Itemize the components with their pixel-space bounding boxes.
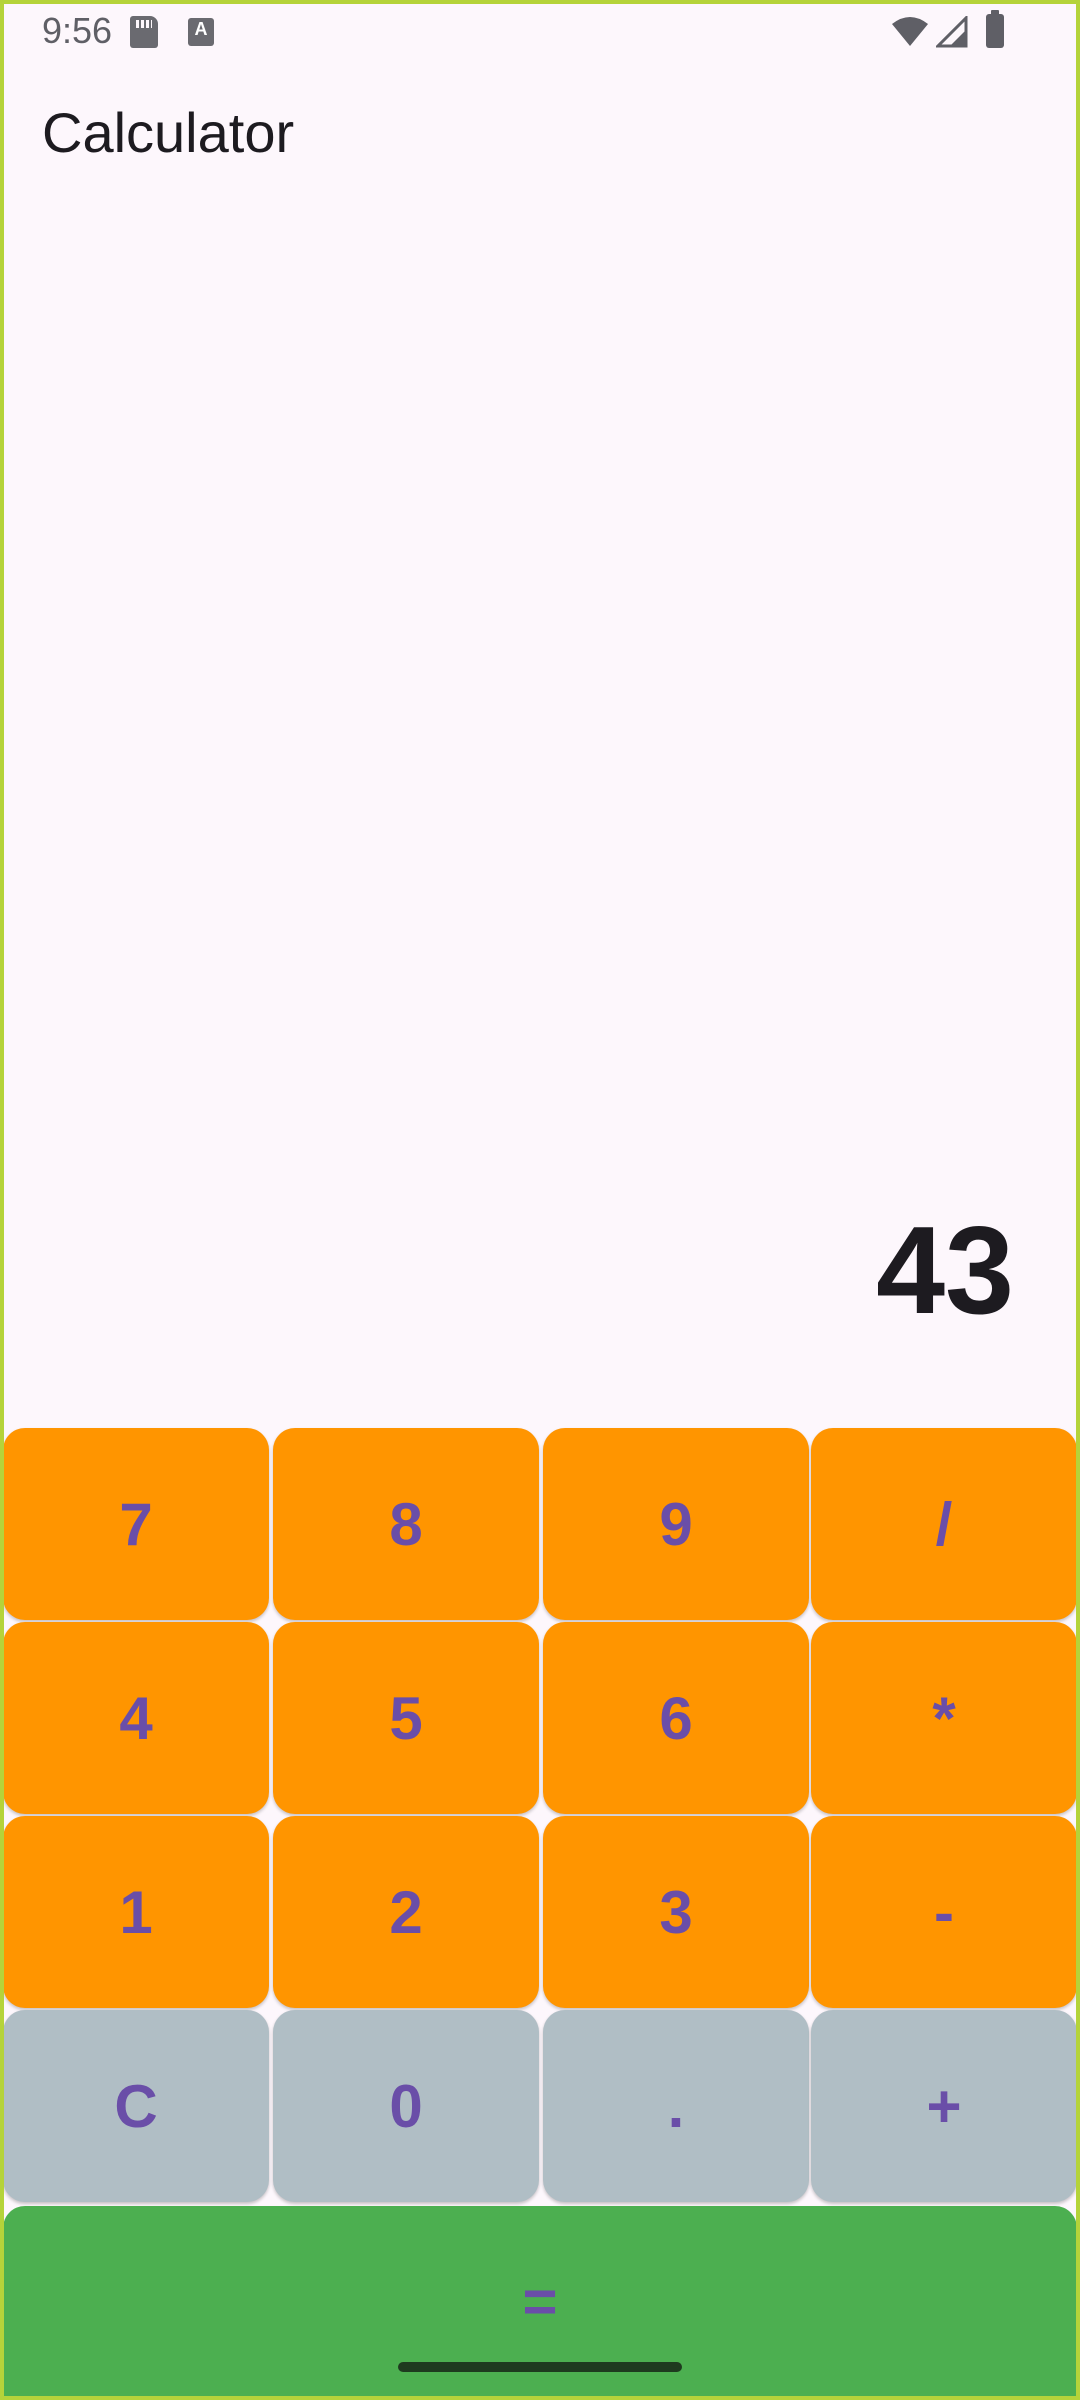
key-add[interactable]: + xyxy=(811,2010,1077,2202)
key-subtract[interactable]: - xyxy=(811,1816,1077,2008)
calculator-display: 43 xyxy=(876,1202,1014,1340)
key-7[interactable]: 7 xyxy=(3,1428,269,1620)
key-decimal[interactable]: . xyxy=(543,2010,809,2202)
sd-card-icon xyxy=(130,16,158,48)
key-6[interactable]: 6 xyxy=(543,1622,809,1814)
key-1[interactable]: 1 xyxy=(3,1816,269,2008)
key-9[interactable]: 9 xyxy=(543,1428,809,1620)
key-8[interactable]: 8 xyxy=(273,1428,539,1620)
status-bar: 9:56 A xyxy=(0,0,1080,64)
key-3[interactable]: 3 xyxy=(543,1816,809,2008)
key-divide[interactable]: / xyxy=(811,1428,1077,1620)
key-clear[interactable]: C xyxy=(3,2010,269,2202)
home-indicator[interactable] xyxy=(398,2362,682,2372)
key-2[interactable]: 2 xyxy=(273,1816,539,2008)
key-multiply[interactable]: * xyxy=(811,1622,1077,1814)
app-title: Calculator xyxy=(42,101,295,164)
key-5[interactable]: 5 xyxy=(273,1622,539,1814)
keyboard-a-icon: A xyxy=(188,18,214,46)
cellular-signal-icon xyxy=(936,16,968,48)
battery-icon xyxy=(986,10,1004,48)
status-time: 9:56 xyxy=(42,10,113,51)
key-4[interactable]: 4 xyxy=(3,1622,269,1814)
key-0[interactable]: 0 xyxy=(273,2010,539,2202)
wifi-icon xyxy=(892,17,928,46)
